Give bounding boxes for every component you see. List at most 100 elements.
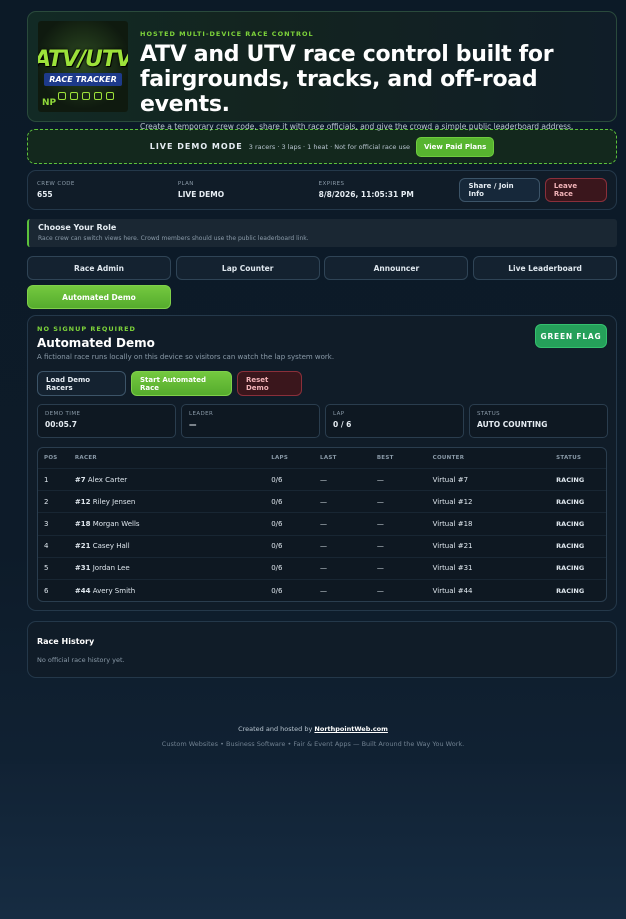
row-last: — (320, 542, 328, 551)
start-automated-race-button[interactable]: Start Automated Race (131, 371, 232, 396)
crew-code: CREW CODE 655 (37, 181, 178, 199)
crew-code-value: 655 (37, 190, 53, 199)
column-header: POS (44, 455, 58, 461)
column-header: BEST (376, 455, 394, 461)
row-racer: #44 Avery Smith (75, 587, 271, 595)
footer-tagline: Custom Websites • Business Software • Fa… (161, 740, 465, 748)
row-racer-name: Avery Smith (92, 586, 136, 595)
demo-stats: DEMO TIME 00:05.7 LEADER — LAP 0 / 6 STA… (37, 404, 608, 438)
table-row: 1 #7 Alex Carter 0/6 — — Virtual #7 RACI… (38, 468, 606, 490)
row-racer: #18 Morgan Wells (75, 520, 271, 528)
row-counter: Virtual #12 (432, 497, 473, 506)
row-pos: 2 (44, 497, 49, 506)
row-laps: 0/6 (271, 586, 283, 595)
stat-value: — (189, 420, 197, 429)
demo-eyebrow: NO SIGNUP REQUIRED (37, 325, 136, 333)
row-pos: 5 (44, 564, 49, 573)
footer-northpoint-link[interactable]: NorthpointWeb.com (314, 725, 388, 733)
row-racer: #21 Casey Hall (75, 542, 271, 550)
row-racer-name: Alex Carter (87, 475, 128, 484)
row-status: RACING (556, 564, 585, 573)
race-history-empty: No official race history yet. (37, 656, 125, 664)
row-best: — (376, 475, 384, 484)
row-racer-number: #18 (74, 519, 91, 528)
logo-feature-icons (58, 92, 122, 100)
racer-table: POS RACER LAPS LAST BEST COUNTER STATUS … (37, 447, 607, 603)
choose-role-section: Choose Your Role Race crew can switch vi… (27, 219, 617, 247)
row-last: — (320, 475, 328, 484)
row-best: — (376, 542, 384, 551)
leave-race-button[interactable]: Leave Race (544, 178, 608, 202)
row-racer-number: #21 (74, 542, 91, 551)
hero-text: HOSTED MULTI-DEVICE RACE CONTROL ATV and… (140, 21, 606, 131)
stat-label: STATUS (477, 411, 501, 417)
row-best: — (376, 497, 384, 506)
row-best: — (376, 586, 384, 595)
expires-label: EXPIRES (318, 181, 345, 187)
table-header: POS RACER LAPS LAST BEST COUNTER STATUS (38, 448, 606, 468)
row-racer: #31 Jordan Lee (75, 564, 271, 572)
choose-role-title: Choose Your Role (38, 223, 117, 232)
view-paid-plans-button[interactable]: View Paid Plans (415, 136, 495, 157)
demo-subtitle: A fictional race runs locally on this de… (37, 353, 335, 361)
row-racer-number: #31 (74, 564, 91, 573)
stat-label: LEADER (189, 411, 214, 417)
app-page: ATV/UTV RACE TRACKER NP HOSTED MULTI-DEV… (27, 11, 618, 678)
row-status: RACING (556, 519, 585, 528)
live-demo-banner: LIVE DEMO MODE 3 racers · 3 laps · 1 hea… (27, 129, 617, 164)
row-racer-number: #7 (74, 475, 86, 484)
crew-plan: PLAN LIVE DEMO (178, 181, 319, 199)
plan-label: PLAN (177, 181, 194, 187)
hero-subtitle: Create a temporary crew code, share it w… (140, 122, 574, 131)
row-racer-name: Casey Hall (92, 542, 130, 551)
table-row: 5 #31 Jordan Lee 0/6 — — Virtual #31 RAC… (38, 556, 606, 579)
column-header: COUNTER (432, 455, 465, 461)
hero-card: ATV/UTV RACE TRACKER NP HOSTED MULTI-DEV… (27, 11, 617, 131)
row-laps: 0/6 (271, 497, 283, 506)
column-header: STATUS (556, 455, 582, 461)
logo-title: ATV/UTV (38, 47, 128, 72)
row-racer-name: Riley Jensen (92, 497, 136, 506)
table-row: 6 #44 Avery Smith 0/6 — — Virtual #44 RA… (38, 578, 606, 601)
table-row: 3 #18 Morgan Wells 0/6 — — Virtual #18 R… (38, 512, 606, 534)
row-counter: Virtual #44 (432, 586, 473, 595)
row-counter: Virtual #21 (432, 542, 473, 551)
share-join-info-button[interactable]: Share / Join Info (459, 178, 540, 202)
demo-title: Automated Demo (37, 336, 155, 350)
column-header: RACER (74, 455, 97, 461)
crew-expires: EXPIRES 8/8/2026, 11:05:31 PM (319, 181, 460, 199)
role-lap-counter-button[interactable]: Lap Counter (175, 256, 320, 280)
stat-leader: LEADER — (181, 404, 320, 438)
race-history-card: Race History No official race history ye… (27, 621, 617, 678)
role-live-leaderboard-button[interactable]: Live Leaderboard (473, 256, 618, 280)
row-status: RACING (556, 542, 585, 551)
stat-demo-time: DEMO TIME 00:05.7 (37, 404, 176, 438)
row-counter: Virtual #31 (432, 564, 473, 573)
reset-demo-button[interactable]: Reset Demo (237, 371, 302, 396)
row-status: RACING (556, 497, 585, 506)
stat-label: DEMO TIME (45, 411, 81, 417)
row-counter: Virtual #18 (432, 519, 473, 528)
expires-value: 8/8/2026, 11:05:31 PM (318, 190, 414, 199)
role-automated-demo-button[interactable]: Automated Demo (27, 285, 171, 309)
row-laps: 0/6 (271, 542, 283, 551)
plan-value: LIVE DEMO (177, 190, 225, 199)
role-race-admin-button[interactable]: Race Admin (27, 256, 171, 280)
footer-credit-prefix: Created and hosted by (238, 725, 313, 733)
role-buttons: Race Admin Lap Counter Announcer Live Le… (27, 256, 618, 309)
stat-value: 0 / 6 (333, 420, 352, 429)
row-pos: 6 (44, 586, 49, 595)
row-racer: #12 Riley Jensen (75, 498, 271, 506)
column-header: LAST (320, 455, 337, 461)
row-status: RACING (556, 475, 585, 484)
load-demo-racers-button[interactable]: Load Demo Racers (37, 371, 126, 396)
demo-mode-info: 3 racers · 3 laps · 1 heat · Not for off… (248, 142, 410, 151)
stat-value: 00:05.7 (45, 420, 77, 429)
automated-demo-card: NO SIGNUP REQUIRED Automated Demo A fict… (27, 315, 617, 611)
row-racer-name: Jordan Lee (92, 564, 130, 573)
row-best: — (376, 519, 384, 528)
page-bottom-band (0, 764, 626, 919)
role-announcer-button[interactable]: Announcer (324, 256, 469, 280)
row-last: — (320, 564, 328, 573)
column-header: LAPS (271, 455, 289, 461)
